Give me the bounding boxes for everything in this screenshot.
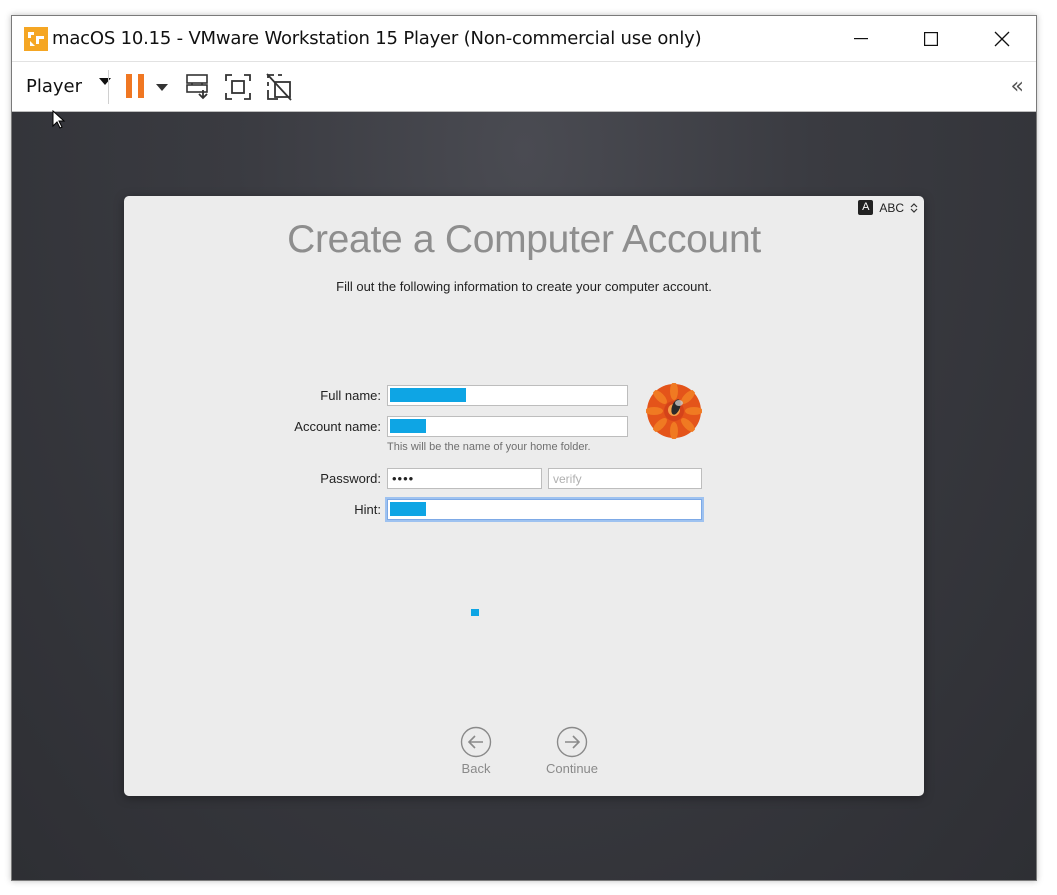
player-menu[interactable]: Player bbox=[26, 76, 111, 100]
progress-indicator bbox=[471, 609, 479, 616]
player-menu-label: Player bbox=[26, 76, 83, 97]
input-source-badge: A bbox=[858, 200, 874, 215]
input-source-label: ABC bbox=[879, 200, 904, 215]
account-name-note: This will be the name of your home folde… bbox=[387, 441, 591, 453]
redacted-value bbox=[390, 388, 466, 402]
title-bar: macOS 10.15 - VMware Workstation 15 Play… bbox=[12, 16, 1036, 61]
back-arrow-icon bbox=[460, 726, 492, 758]
toolbar-separator bbox=[108, 70, 109, 104]
pause-icon[interactable] bbox=[124, 72, 148, 100]
minimize-button[interactable] bbox=[826, 16, 896, 61]
redacted-value bbox=[390, 419, 426, 433]
account-name-label: Account name: bbox=[294, 419, 381, 434]
minimize-icon bbox=[854, 37, 868, 39]
continue-label: Continue bbox=[545, 761, 599, 776]
verify-placeholder: verify bbox=[553, 472, 582, 486]
input-source-menu[interactable]: A ABC bbox=[858, 200, 918, 215]
back-label: Back bbox=[461, 761, 491, 776]
password-value: •••• bbox=[392, 471, 415, 486]
vmware-logo-icon bbox=[24, 27, 48, 51]
pause-dropdown-arrow-icon[interactable] bbox=[156, 84, 168, 92]
password-field[interactable]: •••• bbox=[387, 468, 542, 489]
page-title: Create a Computer Account bbox=[287, 218, 761, 261]
send-ctrl-alt-del-icon[interactable] bbox=[184, 72, 212, 102]
full-screen-icon[interactable] bbox=[224, 72, 252, 102]
close-button[interactable] bbox=[967, 16, 1037, 61]
updown-chevron-icon bbox=[910, 202, 918, 213]
account-name-field[interactable] bbox=[387, 416, 628, 437]
flower-picture-icon bbox=[646, 383, 702, 439]
maximize-button[interactable] bbox=[896, 16, 966, 61]
hint-label: Hint: bbox=[354, 502, 381, 517]
unity-icon[interactable] bbox=[265, 72, 293, 102]
toolbar: Player « bbox=[12, 61, 1036, 112]
full-name-label: Full name: bbox=[320, 388, 381, 403]
continue-arrow-icon bbox=[556, 726, 588, 758]
continue-button[interactable]: Continue bbox=[532, 726, 612, 776]
back-button[interactable]: Back bbox=[436, 726, 516, 776]
collapse-toolbar-button[interactable]: « bbox=[1011, 74, 1024, 99]
full-name-field[interactable] bbox=[387, 385, 628, 406]
maximize-icon bbox=[924, 31, 938, 46]
redacted-value bbox=[390, 502, 426, 516]
vmware-window: macOS 10.15 - VMware Workstation 15 Play… bbox=[11, 15, 1037, 881]
vm-display[interactable]: A ABC Create a Computer Account Fill out… bbox=[12, 112, 1036, 880]
verify-password-field[interactable]: verify bbox=[548, 468, 702, 489]
mouse-cursor-icon bbox=[52, 110, 66, 129]
dropdown-arrow-icon bbox=[99, 78, 111, 85]
setup-assistant-panel: A ABC Create a Computer Account Fill out… bbox=[124, 196, 924, 796]
close-icon bbox=[994, 31, 1010, 46]
password-label: Password: bbox=[320, 471, 381, 486]
window-title: macOS 10.15 - VMware Workstation 15 Play… bbox=[52, 28, 702, 49]
hint-field[interactable] bbox=[387, 499, 702, 520]
user-picture[interactable] bbox=[646, 383, 702, 439]
page-subtitle: Fill out the following information to cr… bbox=[336, 279, 712, 294]
